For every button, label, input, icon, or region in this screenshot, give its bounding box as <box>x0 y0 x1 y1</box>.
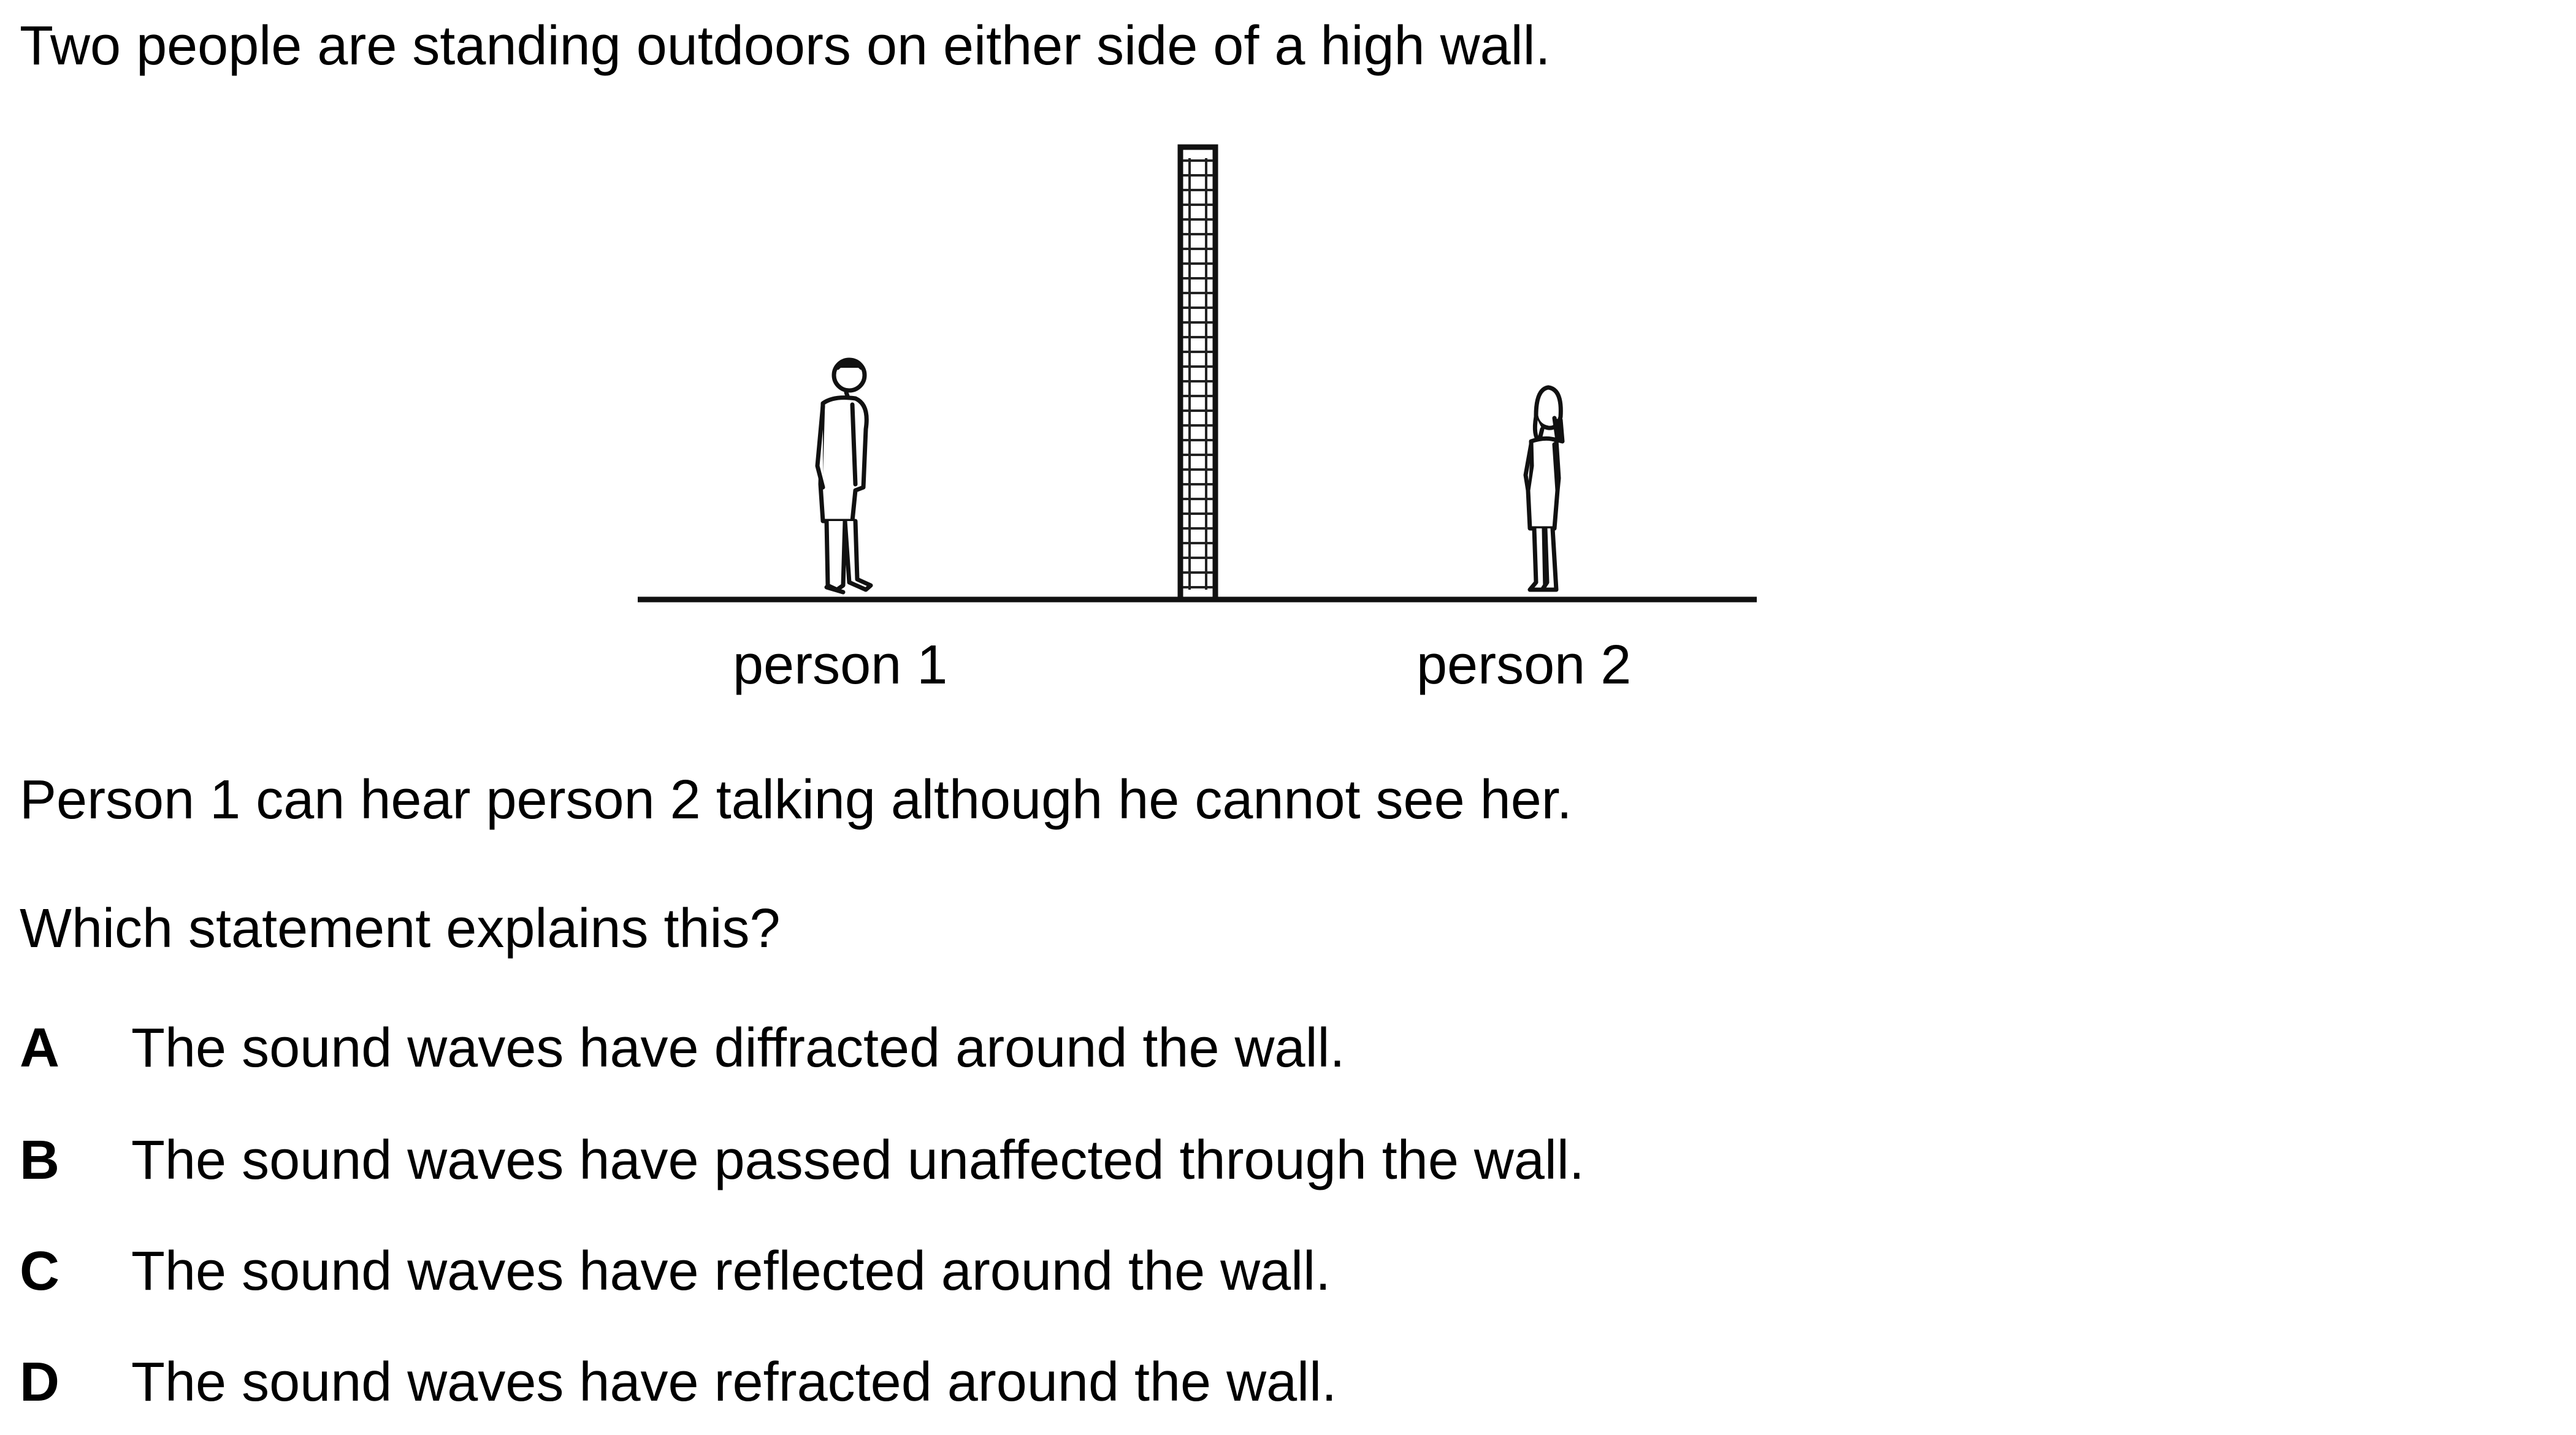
person-1-figure <box>815 357 873 595</box>
observation-text: Person 1 can hear person 2 talking altho… <box>20 769 1572 831</box>
option-letter: D <box>20 1352 59 1413</box>
option-text: The sound waves have diffracted around t… <box>131 1018 1345 1079</box>
option-letter: B <box>20 1130 59 1191</box>
question-prompt: Which statement explains this? <box>20 898 781 959</box>
person-2-figure <box>1523 385 1565 592</box>
option-text: The sound waves have reflected around th… <box>131 1241 1331 1302</box>
option-text: The sound waves have refracted around th… <box>131 1352 1337 1413</box>
option-letter: C <box>20 1241 59 1302</box>
option-text: The sound waves have passed unaffected t… <box>131 1130 1584 1191</box>
person-2-label: person 2 <box>1416 634 1632 696</box>
option-letter: A <box>20 1018 59 1079</box>
wall <box>1177 144 1218 603</box>
person-1-label: person 1 <box>733 634 948 696</box>
wall-diagram <box>638 144 1757 603</box>
